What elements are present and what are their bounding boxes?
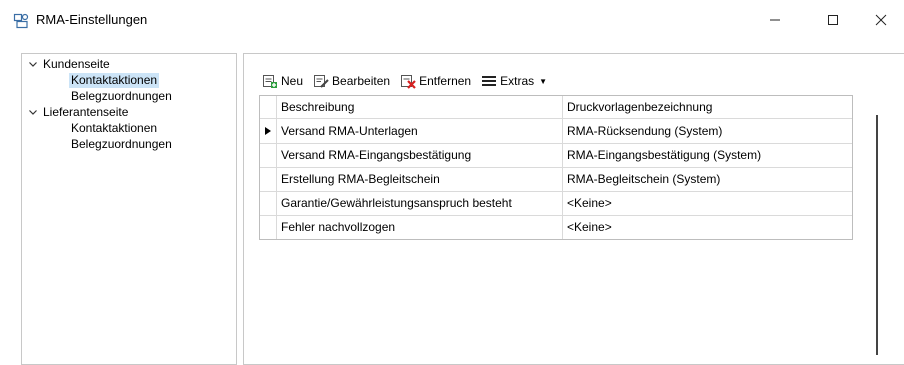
table-row[interactable]: Erstellung RMA-Begleitschein RMA-Begleit… — [260, 167, 852, 192]
table-header: Beschreibung Druckvorlagenbezeichnung — [260, 96, 852, 119]
column-header[interactable]: Beschreibung — [277, 96, 563, 118]
extras-label: Extras — [500, 74, 535, 88]
tree-item-label: Kontaktaktionen — [71, 121, 158, 135]
table-row[interactable]: Garantie/Gewährleistungsanspruch besteht… — [260, 191, 852, 216]
row-indicator — [260, 167, 277, 191]
column-header[interactable]: Druckvorlagenbezeichnung — [563, 96, 847, 118]
new-icon — [263, 75, 277, 88]
row-indicator — [260, 191, 277, 215]
table-cell[interactable]: Versand RMA-Eingangsbestätigung — [277, 143, 563, 167]
extras-menu-button[interactable]: Extras ▼ — [481, 71, 547, 91]
chevron-down-icon[interactable] — [28, 57, 38, 72]
close-button[interactable] — [858, 0, 904, 40]
tree-item-label: Belegzuordnungen — [71, 89, 172, 103]
tree-item-kontaktaktionen[interactable]: Kontaktaktionen — [69, 73, 160, 88]
chevron-down-icon[interactable] — [28, 105, 38, 120]
caret-down-icon: ▼ — [539, 76, 548, 86]
edit-label: Bearbeiten — [332, 74, 391, 88]
row-indicator — [260, 215, 277, 239]
row-indicator — [260, 143, 277, 167]
window-title: RMA-Einstellungen — [36, 12, 148, 27]
current-row-pointer-icon — [265, 127, 271, 135]
minimize-button[interactable] — [752, 0, 798, 40]
table-row[interactable]: Versand RMA-Unterlagen RMA-Rücksendung (… — [260, 119, 852, 144]
tree-item-kontaktaktionen[interactable]: Kontaktaktionen — [69, 121, 159, 136]
tree-item-label: Lieferantenseite — [43, 105, 129, 119]
table-cell[interactable]: RMA-Begleitschein (System) — [563, 167, 847, 191]
tree-item-label: Kundenseite — [43, 57, 110, 71]
table-cell[interactable]: Erstellung RMA-Begleitschein — [277, 167, 563, 191]
edit-icon — [314, 75, 329, 88]
new-label: Neu — [281, 74, 304, 88]
tree-item-belegzuordnungen[interactable]: Belegzuordnungen — [69, 89, 174, 104]
edit-button[interactable]: Bearbeiten — [313, 71, 390, 91]
table-cell[interactable]: Fehler nachvollzogen — [277, 215, 563, 239]
minimize-icon — [770, 19, 780, 21]
table-cell[interactable]: <Keine> — [563, 215, 847, 239]
remove-label: Entfernen — [419, 74, 472, 88]
table-cell[interactable]: RMA-Rücksendung (System) — [563, 119, 847, 143]
remove-button[interactable]: Entfernen — [400, 71, 471, 91]
table-row[interactable]: Fehler nachvollzogen <Keine> — [260, 215, 852, 239]
tree-item-label: Kontaktaktionen — [69, 73, 160, 88]
table-cell[interactable]: Garantie/Gewährleistungsanspruch besteht — [277, 191, 563, 215]
tree-item-label: Belegzuordnungen — [71, 137, 172, 151]
row-indicator — [260, 119, 277, 143]
menu-icon — [482, 76, 497, 86]
remove-icon — [401, 75, 416, 89]
table-row[interactable]: Versand RMA-Eingangsbestätigung RMA-Eing… — [260, 143, 852, 168]
maximize-button[interactable] — [810, 0, 856, 40]
toolbar: Neu Bearbeiten Entfernen Extras ▼ — [262, 70, 862, 92]
print-template-table[interactable]: Beschreibung Druckvorlagenbezeichnung Ve… — [259, 95, 853, 240]
tree-item-lieferantenseite[interactable]: Lieferantenseite — [28, 105, 130, 120]
table-cell[interactable]: <Keine> — [563, 191, 847, 215]
vertical-scrollbar[interactable] — [876, 115, 878, 355]
table-cell[interactable]: Versand RMA-Unterlagen — [277, 119, 563, 143]
row-indicator-header — [260, 96, 277, 118]
close-icon — [875, 14, 887, 26]
maximize-icon — [828, 15, 838, 25]
settings-tree[interactable]: Kundenseite Kontaktaktionen Belegzuordnu… — [21, 53, 237, 365]
table-cell[interactable]: RMA-Eingangsbestätigung (System) — [563, 143, 847, 167]
tree-item-kundenseite[interactable]: Kundenseite — [28, 57, 112, 72]
title-bar: RMA-Einstellungen — [0, 0, 904, 40]
new-button[interactable]: Neu — [262, 71, 303, 91]
tree-item-belegzuordnungen[interactable]: Belegzuordnungen — [69, 137, 174, 152]
rma-settings-icon — [13, 13, 29, 29]
